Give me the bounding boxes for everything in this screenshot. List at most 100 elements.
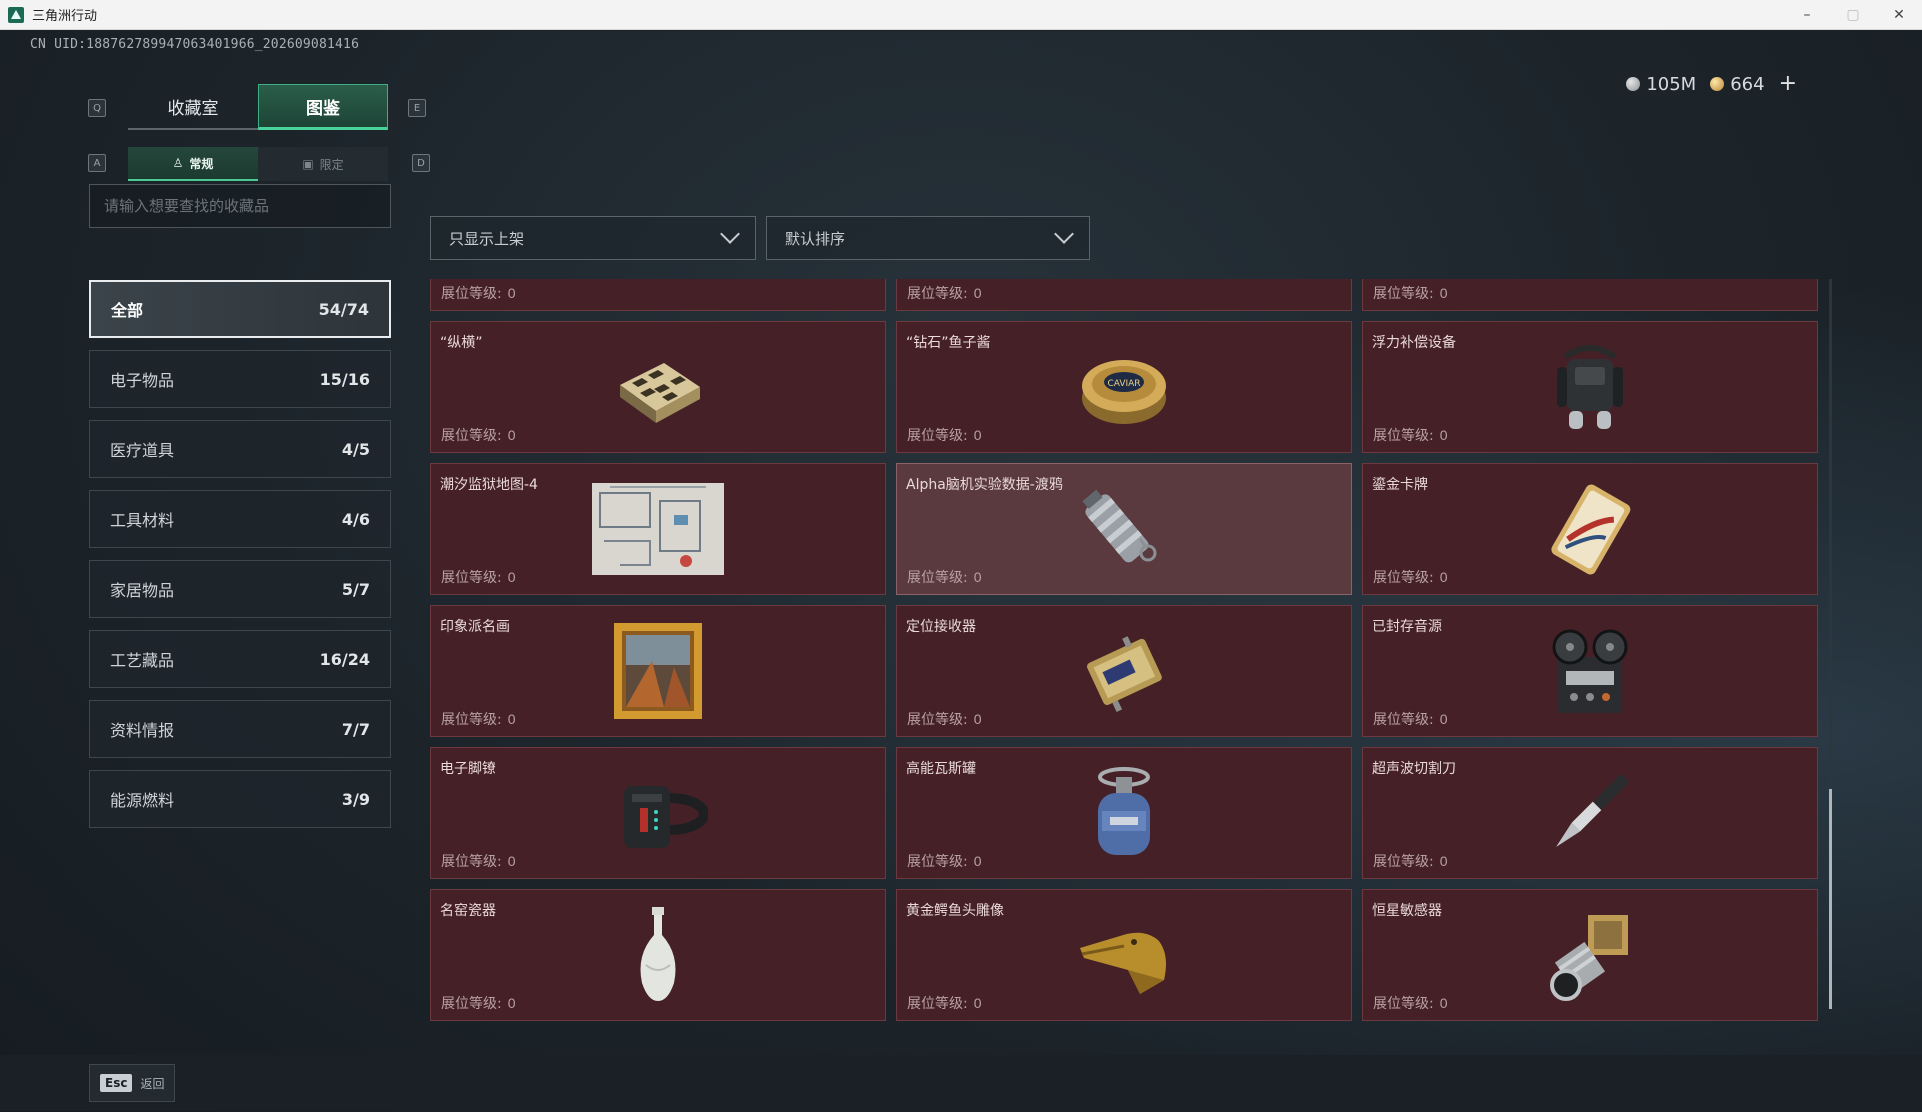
game-area: CN UID:18876278994706340196​6_2026090814… <box>0 31 1922 1112</box>
item-card[interactable]: 名窑瓷器 展位等级: 0 <box>430 889 886 1021</box>
item-level: 展位等级: 0 <box>441 425 516 445</box>
star-sensor-icon <box>1535 905 1645 1005</box>
sort-value: 默认排序 <box>785 229 846 248</box>
item-card[interactable]: 已封存音源 展位等级: 0 <box>1362 605 1818 737</box>
item-level: 展位等级: 0 <box>441 283 516 303</box>
grid-scrollbar[interactable] <box>1829 279 1832 1009</box>
app-icon <box>8 6 24 23</box>
tab-collection-room[interactable]: 收藏室 <box>128 84 258 130</box>
category-crafts[interactable]: 工艺藏品 16/24 <box>89 630 391 688</box>
item-name: Alpha脑机实验数据-渡鸦 <box>906 477 1063 493</box>
sort-dropdown[interactable]: 默认排序 <box>766 216 1090 260</box>
category-count: 54/74 <box>318 299 369 319</box>
level-label: 展位等级: <box>1373 854 1434 870</box>
category-household[interactable]: 家居物品 5/7 <box>89 560 391 618</box>
item-card[interactable]: 印象派名画 展位等级: 0 <box>430 605 886 737</box>
category-tools[interactable]: 工具材料 4/6 <box>89 490 391 548</box>
level-label: 展位等级: <box>907 428 968 444</box>
chess-box-icon <box>603 337 713 437</box>
item-card[interactable]: 浮力补偿设备 展位等级: 0 <box>1362 321 1818 453</box>
gas-canister-icon <box>1069 763 1179 863</box>
map-icon <box>590 479 726 579</box>
level-value: 0 <box>507 569 516 585</box>
level-value: 0 <box>507 853 516 869</box>
level-label: 展位等级: <box>441 854 502 870</box>
category-electronics[interactable]: 电子物品 15/16 <box>89 350 391 408</box>
level-value: 0 <box>973 711 982 727</box>
category-all[interactable]: 全部 54/74 <box>89 280 391 338</box>
item-card[interactable]: 高能瓦斯罐 展位等级: 0 <box>896 747 1352 879</box>
category-label: 能源燃料 <box>110 791 175 810</box>
item-card[interactable]: 定位接收器 展位等级: 0 <box>896 605 1352 737</box>
category-label: 医疗道具 <box>110 441 175 460</box>
partial-item-icon <box>1535 279 1645 295</box>
buoyancy-device-icon <box>1535 337 1645 437</box>
category-count: 16/24 <box>319 649 370 669</box>
item-name: “钻石”鱼子酱 <box>906 335 991 351</box>
gold-crocodile-icon <box>1069 905 1179 1005</box>
item-level: 展位等级: 0 <box>441 567 516 587</box>
item-name: “纵横” <box>440 335 483 351</box>
item-card[interactable]: 鎏金卡牌 展位等级: 0 <box>1362 463 1818 595</box>
add-currency-button[interactable]: + <box>1779 73 1797 95</box>
item-level: 展位等级: 0 <box>1373 567 1448 587</box>
tab-regular[interactable]: ♙ 常规 <box>128 147 258 181</box>
item-card[interactable]: 电子脚镣 展位等级: 0 <box>430 747 886 879</box>
shelf-filter-dropdown[interactable]: 只显示上架 <box>430 216 756 260</box>
esc-key-hint: Esc <box>100 1074 133 1092</box>
silver-coin-icon <box>1626 76 1641 91</box>
category-label: 工具材料 <box>110 511 175 530</box>
item-card[interactable]: 展位等级: 0 <box>896 279 1352 311</box>
level-value: 0 <box>1439 853 1448 869</box>
scrollbar-thumb[interactable] <box>1829 789 1832 1009</box>
close-button[interactable]: ✕ <box>1876 0 1922 30</box>
item-name: 名窑瓷器 <box>440 903 496 919</box>
search-input[interactable] <box>104 197 376 215</box>
category-label: 工艺藏品 <box>110 651 175 670</box>
item-card[interactable]: “钻石”鱼子酱 CAVIAR 展位等级: 0 <box>896 321 1352 453</box>
tab-catalog[interactable]: 图鉴 <box>258 84 388 130</box>
data-canister-icon <box>1069 479 1179 579</box>
item-card[interactable]: 展位等级: 0 <box>430 279 886 311</box>
category-intel[interactable]: 资料情报 7/7 <box>89 700 391 758</box>
maximize-button[interactable]: ▢ <box>1830 0 1876 30</box>
back-button[interactable]: Esc 返回 <box>89 1064 176 1102</box>
level-value: 0 <box>507 995 516 1011</box>
item-card[interactable]: Alpha脑机实验数据-渡鸦 展位等级: 0 <box>896 463 1352 595</box>
item-level: 展位等级: 0 <box>1373 709 1448 729</box>
item-name: 黄金鳄鱼头雕像 <box>906 903 1004 919</box>
item-level: 展位等级: 0 <box>907 425 982 445</box>
item-card[interactable]: 超声波切割刀 展位等级: 0 <box>1362 747 1818 879</box>
currency-bar: 105M 664 + <box>1626 73 1797 95</box>
item-level: 展位等级: 0 <box>907 709 982 729</box>
category-medical[interactable]: 医疗道具 4/5 <box>89 420 391 478</box>
silver-amount: 105M <box>1646 73 1697 95</box>
partial-item-icon <box>603 279 713 295</box>
level-value: 0 <box>1439 995 1448 1011</box>
category-energy[interactable]: 能源燃料 3/9 <box>89 770 391 828</box>
item-card[interactable]: 展位等级: 0 <box>1362 279 1818 311</box>
category-count: 3/9 <box>341 789 370 809</box>
item-name: 潮汐监狱地图-4 <box>440 477 538 493</box>
item-card[interactable]: 潮汐监狱地图-4 展位等级: 0 <box>430 463 886 595</box>
item-name: 电子脚镣 <box>440 761 496 777</box>
pin-icon: ♙ <box>172 156 184 170</box>
search-box <box>89 184 391 228</box>
level-label: 展位等级: <box>441 996 502 1012</box>
item-card[interactable]: 黄金鳄鱼头雕像 展位等级: 0 <box>896 889 1352 1021</box>
level-value: 0 <box>1439 569 1448 585</box>
minimize-button[interactable]: – <box>1784 0 1830 30</box>
tab-limited[interactable]: ▣ 限定 <box>258 147 388 181</box>
level-label: 展位等级: <box>1373 286 1434 302</box>
item-level: 展位等级: 0 <box>441 709 516 729</box>
item-card[interactable]: 恒星敏感器 展位等级: 0 <box>1362 889 1818 1021</box>
level-label: 展位等级: <box>441 570 502 586</box>
item-card[interactable]: “纵横” 展位等级: 0 <box>430 321 886 453</box>
item-level: 展位等级: 0 <box>907 567 982 587</box>
category-label: 电子物品 <box>110 371 175 390</box>
sub-tabs: ♙ 常规 ▣ 限定 <box>128 147 388 181</box>
tab-regular-label: 常规 <box>189 156 214 171</box>
category-label: 资料情报 <box>110 721 175 740</box>
level-value: 0 <box>507 427 516 443</box>
level-value: 0 <box>1439 285 1448 301</box>
